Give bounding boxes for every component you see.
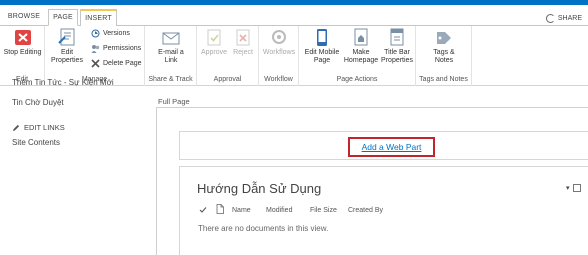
email-link-label-2: Link	[164, 57, 178, 64]
title-bar-label-1: Title Bar	[384, 49, 410, 56]
group-edit: Stop Editing Edit	[0, 26, 45, 86]
reject-label: Reject	[233, 49, 253, 56]
group-title-share-track: Share & Track	[148, 76, 193, 83]
versions-icon	[91, 29, 100, 38]
group-title-page-actions: Page Actions	[336, 76, 378, 83]
column-header-file-size[interactable]: File Size	[310, 207, 337, 214]
tab-page[interactable]: PAGE	[48, 9, 78, 26]
chevron-down-icon[interactable]: ▾	[566, 184, 570, 192]
approve-button[interactable]: Approve	[199, 28, 229, 57]
edit-mobile-label-2: Page	[313, 57, 331, 64]
tags-icon	[434, 28, 454, 47]
reject-button[interactable]: Reject	[229, 28, 257, 57]
group-share-track: E-mail a Link Share & Track	[145, 26, 197, 86]
checkmark-icon[interactable]	[199, 206, 207, 214]
group-approval: Approve Reject Approval	[197, 26, 259, 86]
mobile-page-icon	[312, 28, 332, 47]
web-part-menu[interactable]: ▾	[566, 184, 581, 192]
title-bar-icon	[387, 28, 407, 47]
document-type-icon	[216, 204, 224, 214]
properties-icon	[57, 28, 77, 47]
delete-page-button[interactable]: Delete Page	[91, 58, 142, 68]
stop-editing-icon	[13, 28, 33, 47]
permissions-button[interactable]: Permissions	[91, 43, 141, 53]
edit-mobile-page-button[interactable]: Edit Mobile Page	[301, 28, 343, 65]
versions-button[interactable]: Versions	[91, 28, 130, 38]
tab-browse[interactable]: BROWSE	[6, 9, 42, 26]
edit-links-button[interactable]: EDIT LINKS	[12, 123, 65, 132]
nav-item-site-contents[interactable]: Site Contents	[12, 138, 60, 147]
homepage-icon	[351, 28, 371, 47]
group-title-workflow: Workflow	[264, 76, 293, 83]
email-link-button[interactable]: E-mail a Link	[149, 28, 193, 65]
workflows-button[interactable]: Workflows	[261, 28, 297, 57]
add-web-part-link[interactable]: Add a Web Part	[348, 137, 435, 157]
email-icon	[161, 28, 181, 47]
delete-icon	[91, 58, 100, 68]
nav-item-pending-news[interactable]: Tin Chờ Duyệt	[12, 98, 64, 107]
make-homepage-label-1: Make	[352, 49, 370, 56]
approve-icon	[204, 28, 224, 47]
permissions-label: Permissions	[103, 44, 142, 52]
nav-item-add-news[interactable]: Thêm Tin Tức - Sự Kiện Mới	[12, 78, 114, 87]
email-link-label-1: E-mail a	[158, 49, 184, 56]
group-workflow: Workflows Workflow	[259, 26, 299, 86]
group-title-tags-notes: Tags and Notes	[419, 76, 468, 83]
group-manage: Edit Properties Versions Permissions Del…	[45, 26, 145, 86]
approve-label: Approve	[200, 49, 228, 56]
edit-mobile-label-1: Edit Mobile	[304, 49, 340, 56]
make-homepage-button[interactable]: Make Homepage	[343, 28, 379, 65]
group-tags-notes: Tags & Notes Tags and Notes	[416, 26, 472, 86]
workflows-label: Workflows	[262, 49, 296, 56]
tab-insert[interactable]: INSERT	[80, 9, 117, 26]
tags-notes-label-2: Notes	[434, 57, 454, 64]
reject-icon	[233, 28, 253, 47]
make-homepage-label-2: Homepage	[343, 57, 379, 64]
edit-properties-label-2: Properties	[51, 57, 83, 64]
layout-label: Full Page	[158, 97, 190, 106]
share-button[interactable]: SHARE	[545, 14, 582, 23]
edit-properties-button[interactable]: Edit Properties	[48, 28, 86, 65]
edit-properties-label-1: Edit	[60, 49, 74, 56]
title-bar-properties-button[interactable]: Title Bar Properties	[379, 28, 415, 65]
stop-editing-label: Stop Editing	[3, 49, 42, 56]
share-icon	[545, 14, 555, 23]
versions-label: Versions	[103, 29, 130, 37]
share-label: SHARE	[557, 15, 582, 22]
group-page-actions: Edit Mobile Page Make Homepage Title Bar…	[299, 26, 416, 86]
permissions-icon	[91, 44, 100, 53]
tags-notes-button[interactable]: Tags & Notes	[422, 28, 466, 65]
empty-view-message: There are no documents in this view.	[198, 224, 329, 233]
title-bar-label-2: Properties	[381, 57, 413, 64]
web-part-title[interactable]: Hướng Dẫn Sử Dụng	[197, 181, 321, 196]
select-checkbox[interactable]	[572, 184, 581, 192]
ribbon-tabs: BROWSE PAGE INSERT SHARE	[0, 5, 588, 26]
tags-notes-label-1: Tags &	[433, 49, 455, 56]
workflows-icon	[269, 28, 289, 47]
delete-page-label: Delete Page	[103, 59, 142, 67]
left-navigation: Thêm Tin Tức - Sự Kiện Mới Tin Chờ Duyệt…	[0, 78, 150, 255]
stop-editing-button[interactable]: Stop Editing	[2, 28, 43, 57]
column-header-modified[interactable]: Modified	[266, 207, 292, 214]
group-title-approval: Approval	[213, 76, 242, 83]
column-header-name[interactable]: Name	[232, 207, 251, 214]
edit-links-label: EDIT LINKS	[24, 123, 65, 132]
pencil-icon	[13, 124, 20, 131]
ribbon: Stop Editing Edit Edit Properties Versio…	[0, 26, 588, 86]
column-header-created-by[interactable]: Created By	[348, 207, 383, 214]
